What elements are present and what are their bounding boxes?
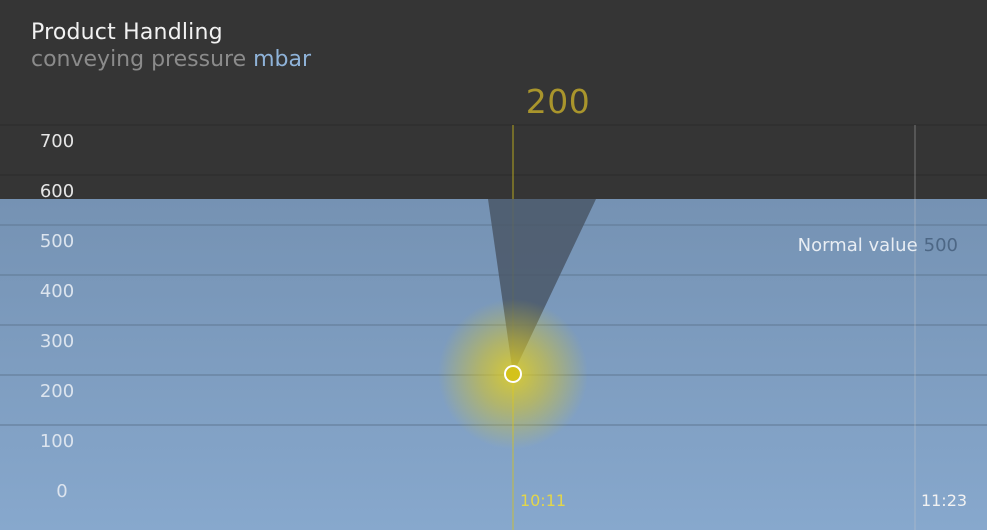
y-tick-300: 300 [40, 331, 74, 352]
y-tick-400: 400 [40, 281, 74, 302]
y-tick-600: 600 [40, 181, 74, 202]
y-tick-700: 700 [40, 131, 74, 152]
y-tick-500: 500 [40, 231, 74, 252]
unit-label: mbar [253, 47, 312, 72]
normal-value-label: Normal value 500 [798, 235, 958, 256]
y-tick-0: 0 [56, 481, 67, 502]
chart-subtitle: conveying pressure mbar [31, 47, 311, 72]
data-point [504, 365, 522, 383]
y-tick-100: 100 [40, 431, 74, 452]
x-tick-label-10-11: 10:11 [520, 491, 566, 510]
y-tick-200: 200 [40, 381, 74, 402]
chart-header: Product Handling conveying pressure mbar [31, 20, 311, 72]
x-tick-label-11-23: 11:23 [921, 491, 967, 510]
chart-title: Product Handling [31, 20, 223, 45]
current-value: 200 [525, 82, 591, 121]
pressure-chart: 0 100 200 300 400 500 600 700 Normal value 500 1… [0, 124, 987, 530]
measurement-name: conveying pressure [31, 47, 247, 72]
